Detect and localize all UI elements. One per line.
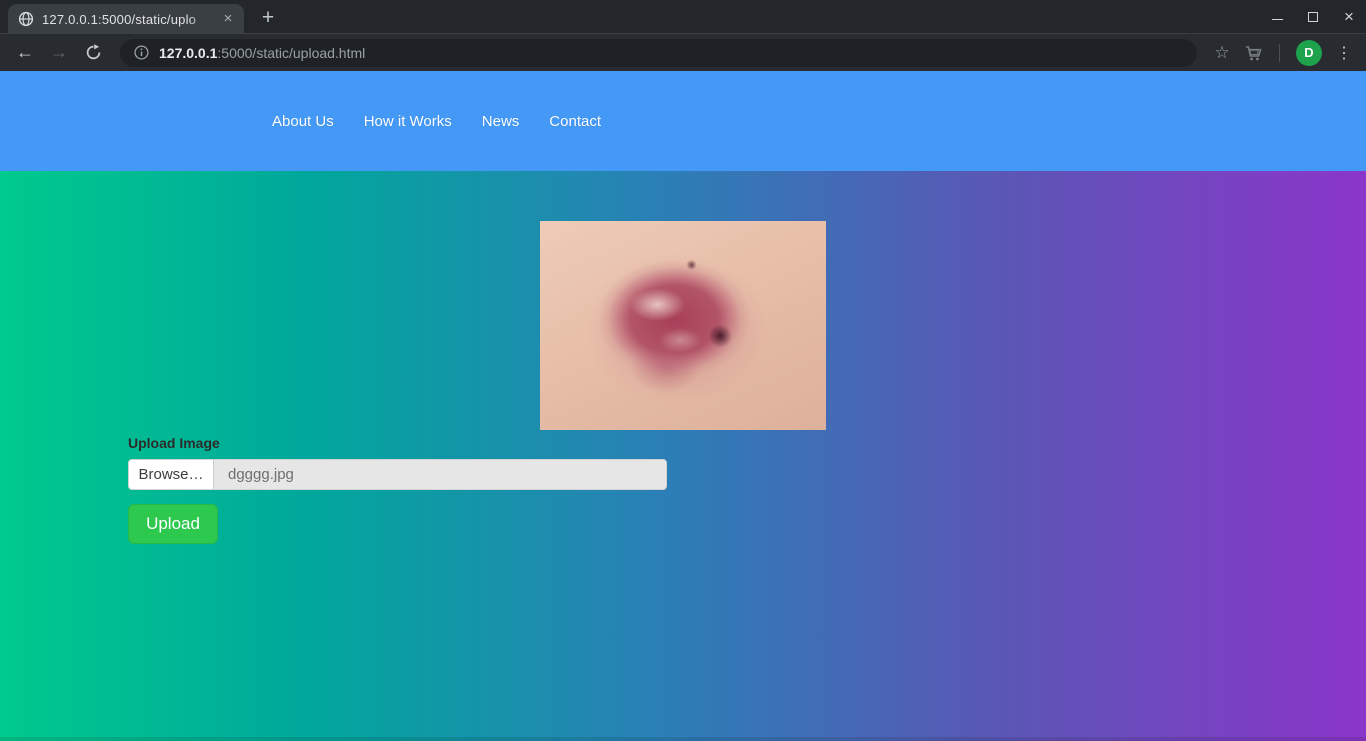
site-nav: About Us How it Works News Contact	[272, 113, 601, 130]
url-host: 127.0.0.1	[159, 44, 218, 61]
close-icon: ×	[1344, 6, 1354, 26]
browser-menu-icon[interactable]: ⋮	[1332, 43, 1356, 63]
url-bar[interactable]: 127.0.0.1:5000/static/upload.html	[120, 38, 1197, 67]
selected-filename: dgggg.jpg	[228, 466, 294, 483]
upload-form: Upload Image Browse… dgggg.jpg Upload	[128, 435, 667, 544]
reload-button[interactable]	[78, 38, 108, 68]
cart-extension-icon[interactable]	[1239, 43, 1269, 63]
profile-avatar[interactable]: D	[1296, 39, 1322, 66]
back-button[interactable]: ←	[10, 38, 40, 68]
minimize-icon	[1271, 19, 1283, 20]
tab-title: 127.0.0.1:5000/static/uplo	[42, 11, 197, 27]
forward-button[interactable]: →	[44, 38, 74, 68]
globe-favicon-icon	[18, 11, 34, 27]
back-arrow-icon: ←	[16, 42, 34, 62]
nav-link-news[interactable]: News	[482, 113, 520, 130]
new-tab-button[interactable]: +	[256, 7, 280, 28]
tab-close-icon[interactable]: ×	[220, 11, 236, 26]
site-header: About Us How it Works News Contact	[0, 71, 1366, 171]
window-maximize-button[interactable]	[1306, 10, 1320, 24]
url-path: :5000/static/upload.html	[217, 44, 366, 61]
upload-button[interactable]: Upload	[128, 504, 218, 544]
reload-icon	[86, 44, 100, 60]
window-controls: ×	[1270, 0, 1356, 33]
skin-lesion-image	[540, 221, 826, 430]
maximize-icon	[1308, 11, 1318, 22]
toolbar-divider	[1279, 43, 1280, 62]
browser-window: 127.0.0.1:5000/static/uplo × + × ← → 127…	[0, 0, 1366, 741]
browser-toolbar: ← → 127.0.0.1:5000/static/upload.html ☆	[0, 33, 1366, 71]
bookmark-star-icon[interactable]: ☆	[1209, 43, 1235, 63]
upload-image-label: Upload Image	[128, 435, 220, 451]
nav-link-how-it-works[interactable]: How it Works	[364, 113, 452, 130]
tab-title-fade	[188, 10, 214, 27]
window-close-button[interactable]: ×	[1342, 6, 1356, 26]
nav-link-contact[interactable]: Contact	[549, 113, 601, 130]
nav-link-about-us[interactable]: About Us	[272, 113, 334, 130]
browser-tab-bar: 127.0.0.1:5000/static/uplo × + ×	[0, 0, 1366, 33]
forward-arrow-icon: →	[50, 42, 68, 62]
file-input[interactable]: Browse… dgggg.jpg	[128, 459, 667, 490]
browser-tab[interactable]: 127.0.0.1:5000/static/uplo ×	[8, 4, 244, 33]
page-content: Upload Image Browse… dgggg.jpg Upload	[0, 171, 1366, 741]
window-minimize-button[interactable]	[1270, 10, 1284, 24]
page-info-icon[interactable]	[134, 45, 149, 60]
url-text[interactable]: 127.0.0.1:5000/static/upload.html	[159, 45, 365, 61]
tab-title-wrap: 127.0.0.1:5000/static/uplo	[42, 10, 214, 27]
browse-button[interactable]: Browse…	[129, 460, 214, 489]
